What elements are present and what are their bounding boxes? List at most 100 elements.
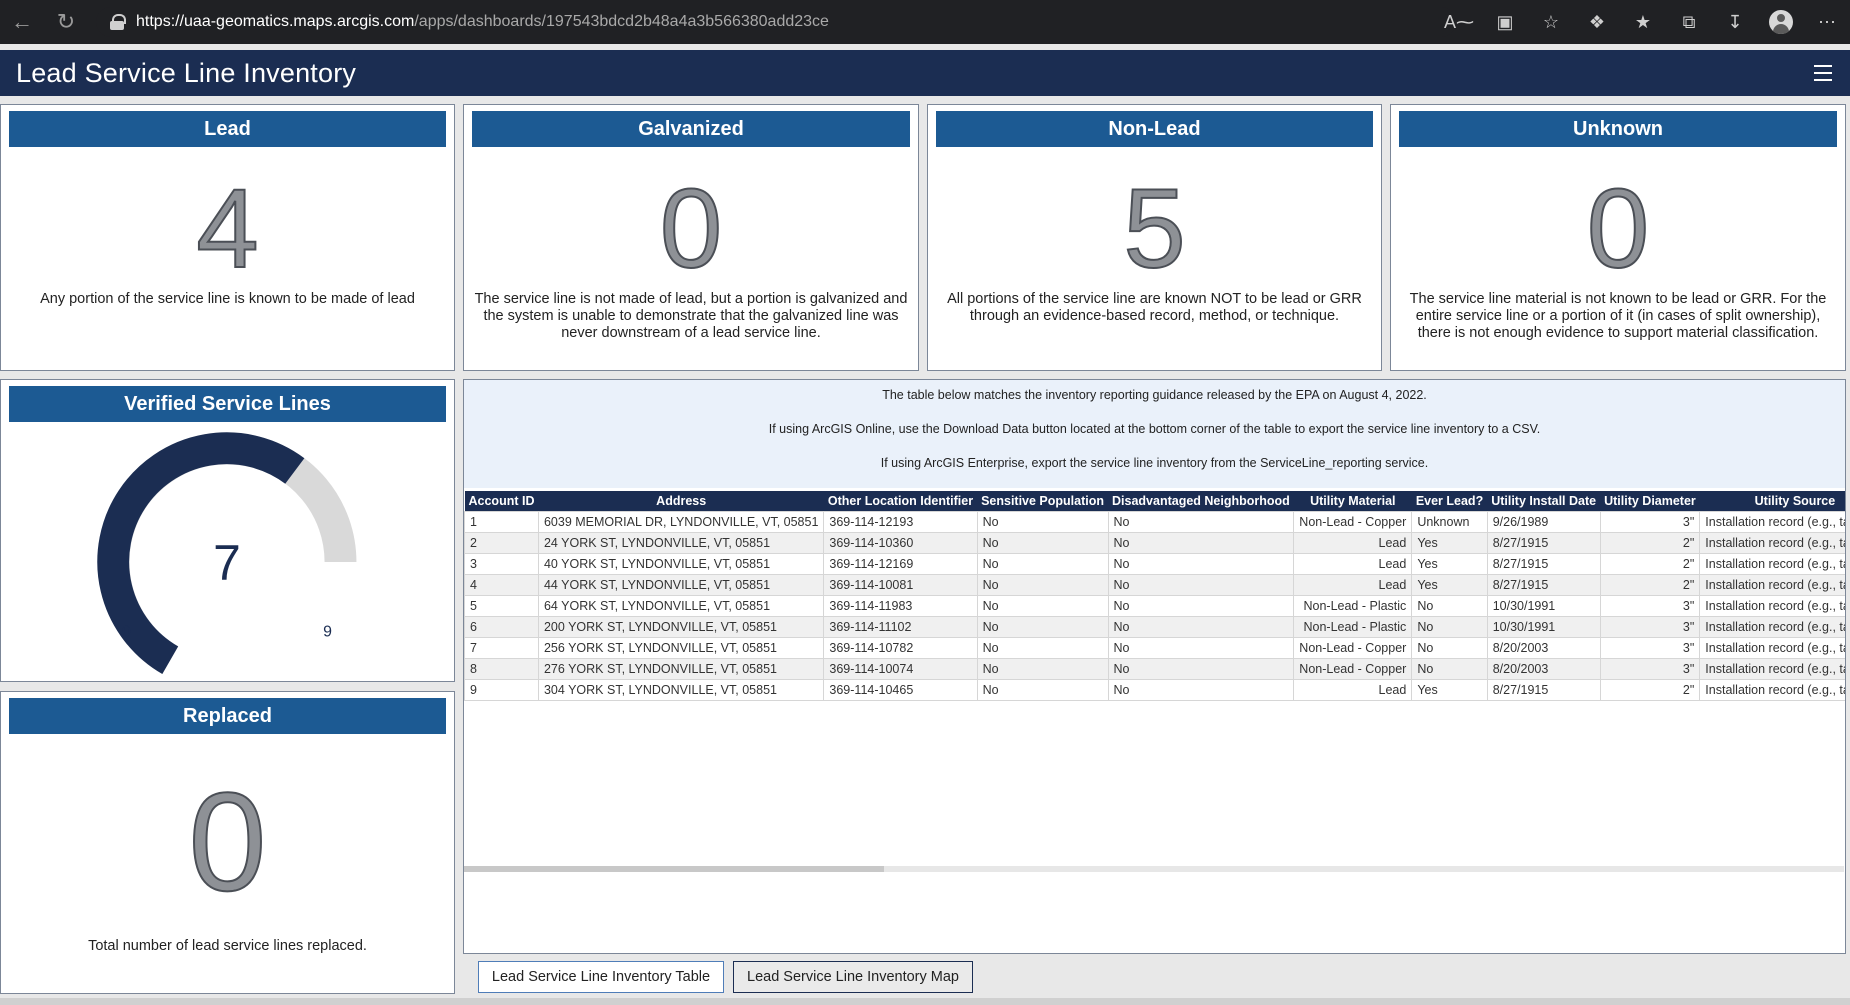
table-cell: 3" (1599, 657, 1701, 680)
table-cell: No (1107, 678, 1295, 701)
replaced-title: Replaced (9, 698, 446, 734)
tab-inventory-map[interactable]: Lead Service Line Inventory Map (733, 961, 973, 993)
table-cell: No (976, 615, 1109, 638)
table-cell: 3 (464, 552, 539, 575)
column-header[interactable]: Utility Diameter (1600, 491, 1700, 511)
table-cell: Installation record (e.g., tap card (1699, 636, 1845, 659)
hamburger-menu-icon[interactable] (1814, 65, 1832, 81)
verified-service-lines-panel: Verified Service Lines 7 0 9 (0, 379, 455, 682)
url-host: https://uaa-geomatics.maps.arcgis.com (136, 13, 415, 30)
back-icon[interactable]: ← (0, 0, 44, 44)
table-row[interactable]: 7 256 YORK ST, LYNDONVILLE, VT, 05851 369-… (464, 636, 1845, 659)
table-header-row: Account ID Address Other Location Identifi… (464, 491, 1845, 511)
table-cell: No (1411, 636, 1488, 659)
column-header[interactable]: Account ID (464, 491, 539, 511)
table-row[interactable]: 4 44 YORK ST, LYNDONVILLE, VT, 05851 369-1… (464, 573, 1845, 596)
table-cell: 40 YORK ST, LYNDONVILLE, VT, 05851 (537, 552, 825, 575)
table-cell: No (1107, 531, 1295, 554)
table-cell: No (976, 552, 1109, 575)
table-cell: No (976, 510, 1109, 533)
immersive-reader-icon[interactable]: ▣ (1482, 12, 1528, 33)
table-row[interactable]: 1 6039 MEMORIAL DR, LYNDONVILLE, VT, 0585… (464, 510, 1845, 533)
indicator-value: 4 (195, 166, 259, 291)
table-row[interactable]: 6 200 YORK ST, LYNDONVILLE, VT, 05851 369-… (464, 615, 1845, 638)
column-header[interactable]: Disadvantaged Neighborhood (1108, 491, 1294, 511)
gauge-value: 7 (213, 535, 241, 591)
profile-avatar[interactable] (1769, 10, 1793, 34)
indicator-lead: Lead 4 Any portion of the service line i… (0, 104, 455, 371)
favorites-icon[interactable]: ★ (1620, 12, 1666, 33)
table-cell: No (1107, 657, 1295, 680)
column-header[interactable]: Ever Lead? (1411, 491, 1488, 511)
table-cell: 9 (464, 678, 539, 701)
table-row[interactable]: 9 304 YORK ST, LYNDONVILLE, VT, 05851 369-… (464, 678, 1845, 701)
url-path: /apps/dashboards/197543bdcd2b48a4a3b5663… (414, 13, 829, 30)
table-cell: Installation record (e.g., tap card (1699, 594, 1845, 617)
indicator-title: Galvanized (472, 111, 910, 147)
table-cell: 2" (1599, 552, 1701, 575)
table-cell: Installation record (e.g., tap card (1699, 678, 1845, 701)
read-aloud-icon[interactable]: A⁓ (1436, 12, 1482, 33)
table-cell: 8/27/1915 (1486, 678, 1601, 701)
table-row[interactable]: 2 24 YORK ST, LYNDONVILLE, VT, 05851 369-1… (464, 531, 1845, 554)
table-cell: Installation record (e.g., tap card (1699, 657, 1845, 680)
table-cell: 8/27/1915 (1486, 552, 1601, 575)
table-cell: 8/20/2003 (1486, 657, 1601, 680)
table-cell: No (1411, 594, 1488, 617)
replaced-description: Total number of lead service lines repla… (88, 938, 367, 954)
table-cell: 369-114-10360 (823, 531, 978, 554)
address-bar[interactable]: https://uaa-geomatics.maps.arcgis.com/ap… (96, 7, 1456, 37)
column-header[interactable]: Address (538, 491, 824, 511)
table-row[interactable]: 5 64 YORK ST, LYNDONVILLE, VT, 05851 369-1… (464, 594, 1845, 617)
table-cell: Non-Lead - Plastic (1293, 615, 1413, 638)
inventory-table-panel: The table below matches the inventory re… (463, 379, 1846, 954)
table-cell: Installation record (e.g., tap card (1699, 531, 1845, 554)
table-cell: 10/30/1991 (1486, 615, 1601, 638)
horizontal-scrollbar[interactable] (464, 866, 1844, 872)
column-header[interactable]: Utility Install Date (1487, 491, 1601, 511)
column-header[interactable]: Utility Source (1699, 491, 1845, 511)
tab-inventory-table[interactable]: Lead Service Line Inventory Table (478, 961, 724, 993)
indicator-description: Any portion of the service line is known… (40, 291, 415, 307)
indicator-description: All portions of the service line are kno… (947, 291, 1362, 324)
table-cell: Installation record (e.g., tap card (1699, 573, 1845, 596)
table-cell: Installation record (e.g., tap card (1699, 615, 1845, 638)
replaced-panel: Replaced 0 Total number of lead service … (0, 691, 455, 994)
indicator-non-lead: Non-Lead 5 All portions of the service l… (927, 104, 1382, 371)
table-body: 1 6039 MEMORIAL DR, LYNDONVILLE, VT, 0585… (464, 510, 1845, 701)
downloads-icon[interactable]: ↧ (1712, 12, 1758, 33)
gauge-fill (97, 432, 305, 675)
scrollbar-thumb[interactable] (464, 866, 884, 872)
table-cell: No (976, 594, 1109, 617)
extensions-icon[interactable]: ❖ (1574, 12, 1620, 33)
table-row[interactable]: 8 276 YORK ST, LYNDONVILLE, VT, 05851 369-… (464, 657, 1845, 680)
table-cell: Lead (1293, 573, 1413, 596)
table-cell: 8 (464, 657, 539, 680)
collections-icon[interactable]: ⧉ (1666, 12, 1712, 33)
guidance-line-1: The table below matches the inventory re… (882, 388, 1427, 402)
table-cell: Non-Lead - Copper (1293, 510, 1413, 533)
refresh-icon[interactable]: ↻ (44, 0, 88, 44)
table-cell: 2" (1599, 678, 1701, 701)
favorite-star-icon[interactable]: ☆ (1528, 12, 1574, 33)
column-header[interactable]: Utility Material (1293, 491, 1412, 511)
column-header[interactable]: Sensitive Population (977, 491, 1108, 511)
column-header[interactable]: Other Location Identifier (823, 491, 978, 511)
table-cell: 1 (464, 510, 539, 533)
footer-strip (0, 998, 1850, 1005)
table-cell: Non-Lead - Plastic (1293, 594, 1413, 617)
table-cell: 200 YORK ST, LYNDONVILLE, VT, 05851 (537, 615, 825, 638)
table-cell: Installation record (e.g., tap card (1699, 552, 1845, 575)
table-cell: 8/27/1915 (1486, 531, 1601, 554)
gauge-title: Verified Service Lines (9, 386, 446, 422)
table-cell: 369-114-10081 (823, 573, 978, 596)
table-cell: 304 YORK ST, LYNDONVILLE, VT, 05851 (537, 678, 825, 701)
table-cell: No (1411, 657, 1488, 680)
table-cell: 369-114-10782 (823, 636, 978, 659)
table-cell: No (1411, 615, 1488, 638)
table-cell: No (1107, 636, 1295, 659)
more-menu-icon[interactable]: ⋯ (1804, 12, 1850, 33)
table-cell: 369-114-12169 (823, 552, 978, 575)
table-cell: 369-114-10074 (823, 657, 978, 680)
table-row[interactable]: 3 40 YORK ST, LYNDONVILLE, VT, 05851 369-1… (464, 552, 1845, 575)
